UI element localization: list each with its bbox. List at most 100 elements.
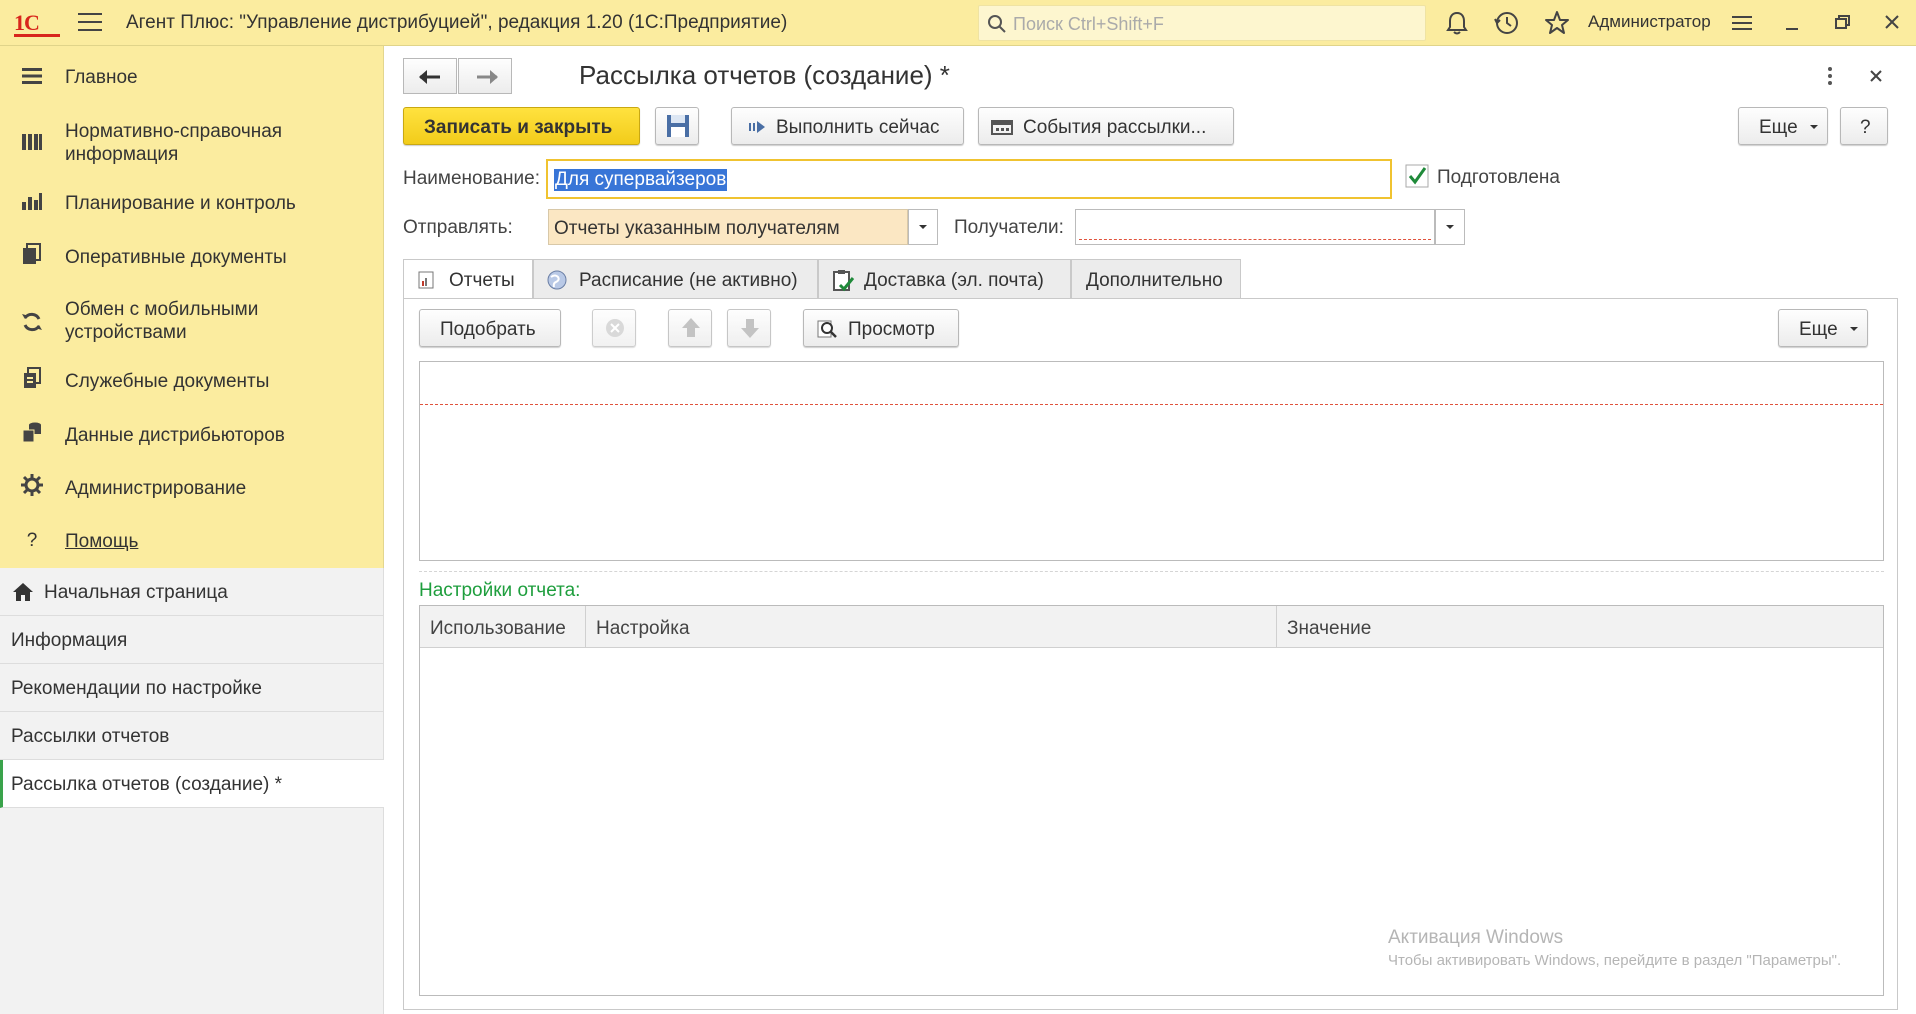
sidebar-item-planning[interactable]: Планирование и контроль: [0, 182, 384, 226]
form-title: Рассылка отчетов (создание) *: [579, 60, 950, 90]
send-label: Отправлять:: [403, 217, 513, 238]
forward-button[interactable]: [458, 58, 512, 94]
move-up-button[interactable]: [668, 309, 712, 347]
events-icon: [991, 120, 1013, 135]
main-menu-icon[interactable]: [78, 13, 102, 33]
help-button[interactable]: ?: [1840, 107, 1888, 145]
checkmark-icon: [1405, 164, 1429, 188]
delete-button[interactable]: [592, 309, 636, 347]
name-value: Для супервайзеров: [554, 169, 728, 191]
recipients-label: Получатели:: [954, 217, 1064, 238]
run-now-button[interactable]: Выполнить сейчас: [731, 107, 964, 145]
column-header-value[interactable]: Значение: [1277, 606, 1883, 648]
more-button[interactable]: Еще: [1738, 107, 1828, 145]
globe-icon: [547, 270, 567, 290]
settings-table[interactable]: Использование Настройка Значение: [419, 605, 1884, 996]
sidebar-item-operative-docs[interactable]: Оперативные документы: [0, 236, 384, 280]
floppy-disk-icon: [667, 115, 689, 137]
menu-lines-icon: [22, 68, 42, 84]
tab-delivery[interactable]: Доставка (эл. почта): [818, 259, 1071, 299]
magnifier-icon: [817, 320, 837, 338]
search-input[interactable]: Поиск Ctrl+Shift+F: [978, 5, 1426, 41]
back-button[interactable]: [403, 58, 457, 94]
open-window-label: Информация: [11, 630, 128, 651]
recipients-field[interactable]: [1075, 209, 1435, 245]
prepared-checkbox[interactable]: [1405, 164, 1429, 188]
preview-button[interactable]: Просмотр: [803, 309, 959, 347]
open-window-label: Начальная страница: [44, 582, 228, 603]
open-windows-panel: Начальная страница Информация Рекомендац…: [0, 568, 384, 1014]
sidebar-item-main[interactable]: Главное: [0, 60, 384, 104]
sidebar-item-label: Администрирование: [65, 478, 247, 499]
open-window-mailing-create[interactable]: Рассылка отчетов (создание) *: [0, 760, 384, 808]
sidebar-item-label: Оперативные документы: [65, 247, 287, 268]
sidebar-item-label: Нормативно-справочная информация: [65, 121, 283, 165]
sync-icon: [22, 312, 42, 332]
chevron-down-icon: [1810, 125, 1818, 129]
arrow-up-icon: [682, 318, 700, 337]
bar-chart-icon: [22, 134, 42, 150]
sidebar-item-mobile-exchange[interactable]: Обмен с мобильными устройствами: [0, 292, 384, 348]
save-close-button[interactable]: Записать и закрыть: [403, 107, 640, 145]
sidebar-item-label: Данные дистрибьюторов: [65, 425, 285, 446]
column-header-usage[interactable]: Использование: [420, 606, 586, 648]
restore-icon[interactable]: [1828, 10, 1856, 36]
open-window-info[interactable]: Информация: [0, 616, 384, 664]
open-window-recommendations[interactable]: Рекомендации по настройке: [0, 664, 384, 712]
close-form-icon[interactable]: [1864, 62, 1888, 90]
sidebar-item-administration[interactable]: Администрирование: [0, 467, 384, 511]
open-window-home[interactable]: Начальная страница: [0, 568, 384, 616]
open-window-mailings[interactable]: Рассылки отчетов: [0, 712, 384, 760]
recipients-dropdown[interactable]: [1435, 209, 1465, 245]
open-window-label: Рассылки отчетов: [11, 726, 170, 747]
sidebar-item-service-docs[interactable]: Служебные документы: [0, 360, 384, 404]
reports-list-required-line: [420, 404, 1883, 405]
more-actions-icon[interactable]: [1820, 62, 1840, 90]
app-title: Агент Плюс: "Управление дистрибуцией", р…: [126, 12, 788, 33]
sidebar-item-reference[interactable]: Нормативно-справочная информация: [0, 114, 384, 170]
bell-icon[interactable]: [1442, 8, 1472, 38]
tab-reports[interactable]: Отчеты: [403, 259, 533, 299]
sidebar-item-help[interactable]: ? Помощь: [0, 520, 384, 564]
close-window-icon[interactable]: [1878, 10, 1906, 36]
reports-list[interactable]: [419, 361, 1884, 561]
activation-watermark-text: Чтобы активировать Windows, перейдите в …: [1388, 952, 1842, 969]
star-icon[interactable]: [1542, 8, 1572, 38]
mailing-events-button[interactable]: События рассылки...: [978, 107, 1234, 145]
arrow-right-icon: [477, 70, 498, 84]
send-mode-dropdown[interactable]: [908, 209, 938, 245]
service-docs-icon: [24, 367, 41, 388]
user-name[interactable]: Администратор: [1588, 12, 1711, 32]
tab-schedule[interactable]: Расписание (не активно): [533, 259, 818, 299]
activation-watermark-title: Активация Windows: [1388, 927, 1564, 948]
clipboard-check-icon: [833, 270, 855, 292]
home-icon: [13, 583, 33, 601]
minimize-icon[interactable]: [1778, 10, 1806, 36]
name-label: Наименование:: [403, 168, 540, 189]
history-icon[interactable]: [1492, 8, 1522, 38]
sidebar-item-distributor-data[interactable]: Данные дистрибьюторов: [0, 414, 384, 458]
settings-table-header: Использование Настройка Значение: [420, 606, 1883, 648]
documents-icon: [23, 243, 41, 264]
open-window-label: Рассылка отчетов (создание) *: [11, 774, 283, 795]
splitter[interactable]: [419, 571, 1884, 572]
sidebar-item-label: Помощь: [65, 531, 139, 552]
reports-more-button[interactable]: Еще: [1778, 309, 1868, 347]
tab-additional[interactable]: Дополнительно: [1071, 259, 1241, 299]
pick-button[interactable]: Подобрать: [419, 309, 561, 347]
send-mode-select[interactable]: Отчеты указанным получателям: [548, 209, 908, 245]
column-header-setting[interactable]: Настройка: [586, 606, 1277, 648]
logo-underline: [14, 34, 60, 37]
settings-menu-icon[interactable]: [1728, 10, 1756, 36]
chevron-down-icon: [919, 225, 927, 229]
app-logo: 1С: [14, 10, 40, 35]
sidebar-item-label: Планирование и контроль: [65, 193, 296, 214]
sidebar-item-label: Обмен с мобильными устройствами: [65, 299, 259, 343]
move-down-button[interactable]: [727, 309, 771, 347]
save-button[interactable]: [655, 107, 699, 145]
open-window-label: Рекомендации по настройке: [11, 678, 262, 699]
chevron-down-icon: [1850, 327, 1858, 331]
send-mode-value: Отчеты указанным получателям: [554, 218, 840, 239]
name-field[interactable]: Для супервайзеров: [546, 159, 1392, 199]
search-placeholder: Поиск Ctrl+Shift+F: [1013, 14, 1164, 34]
